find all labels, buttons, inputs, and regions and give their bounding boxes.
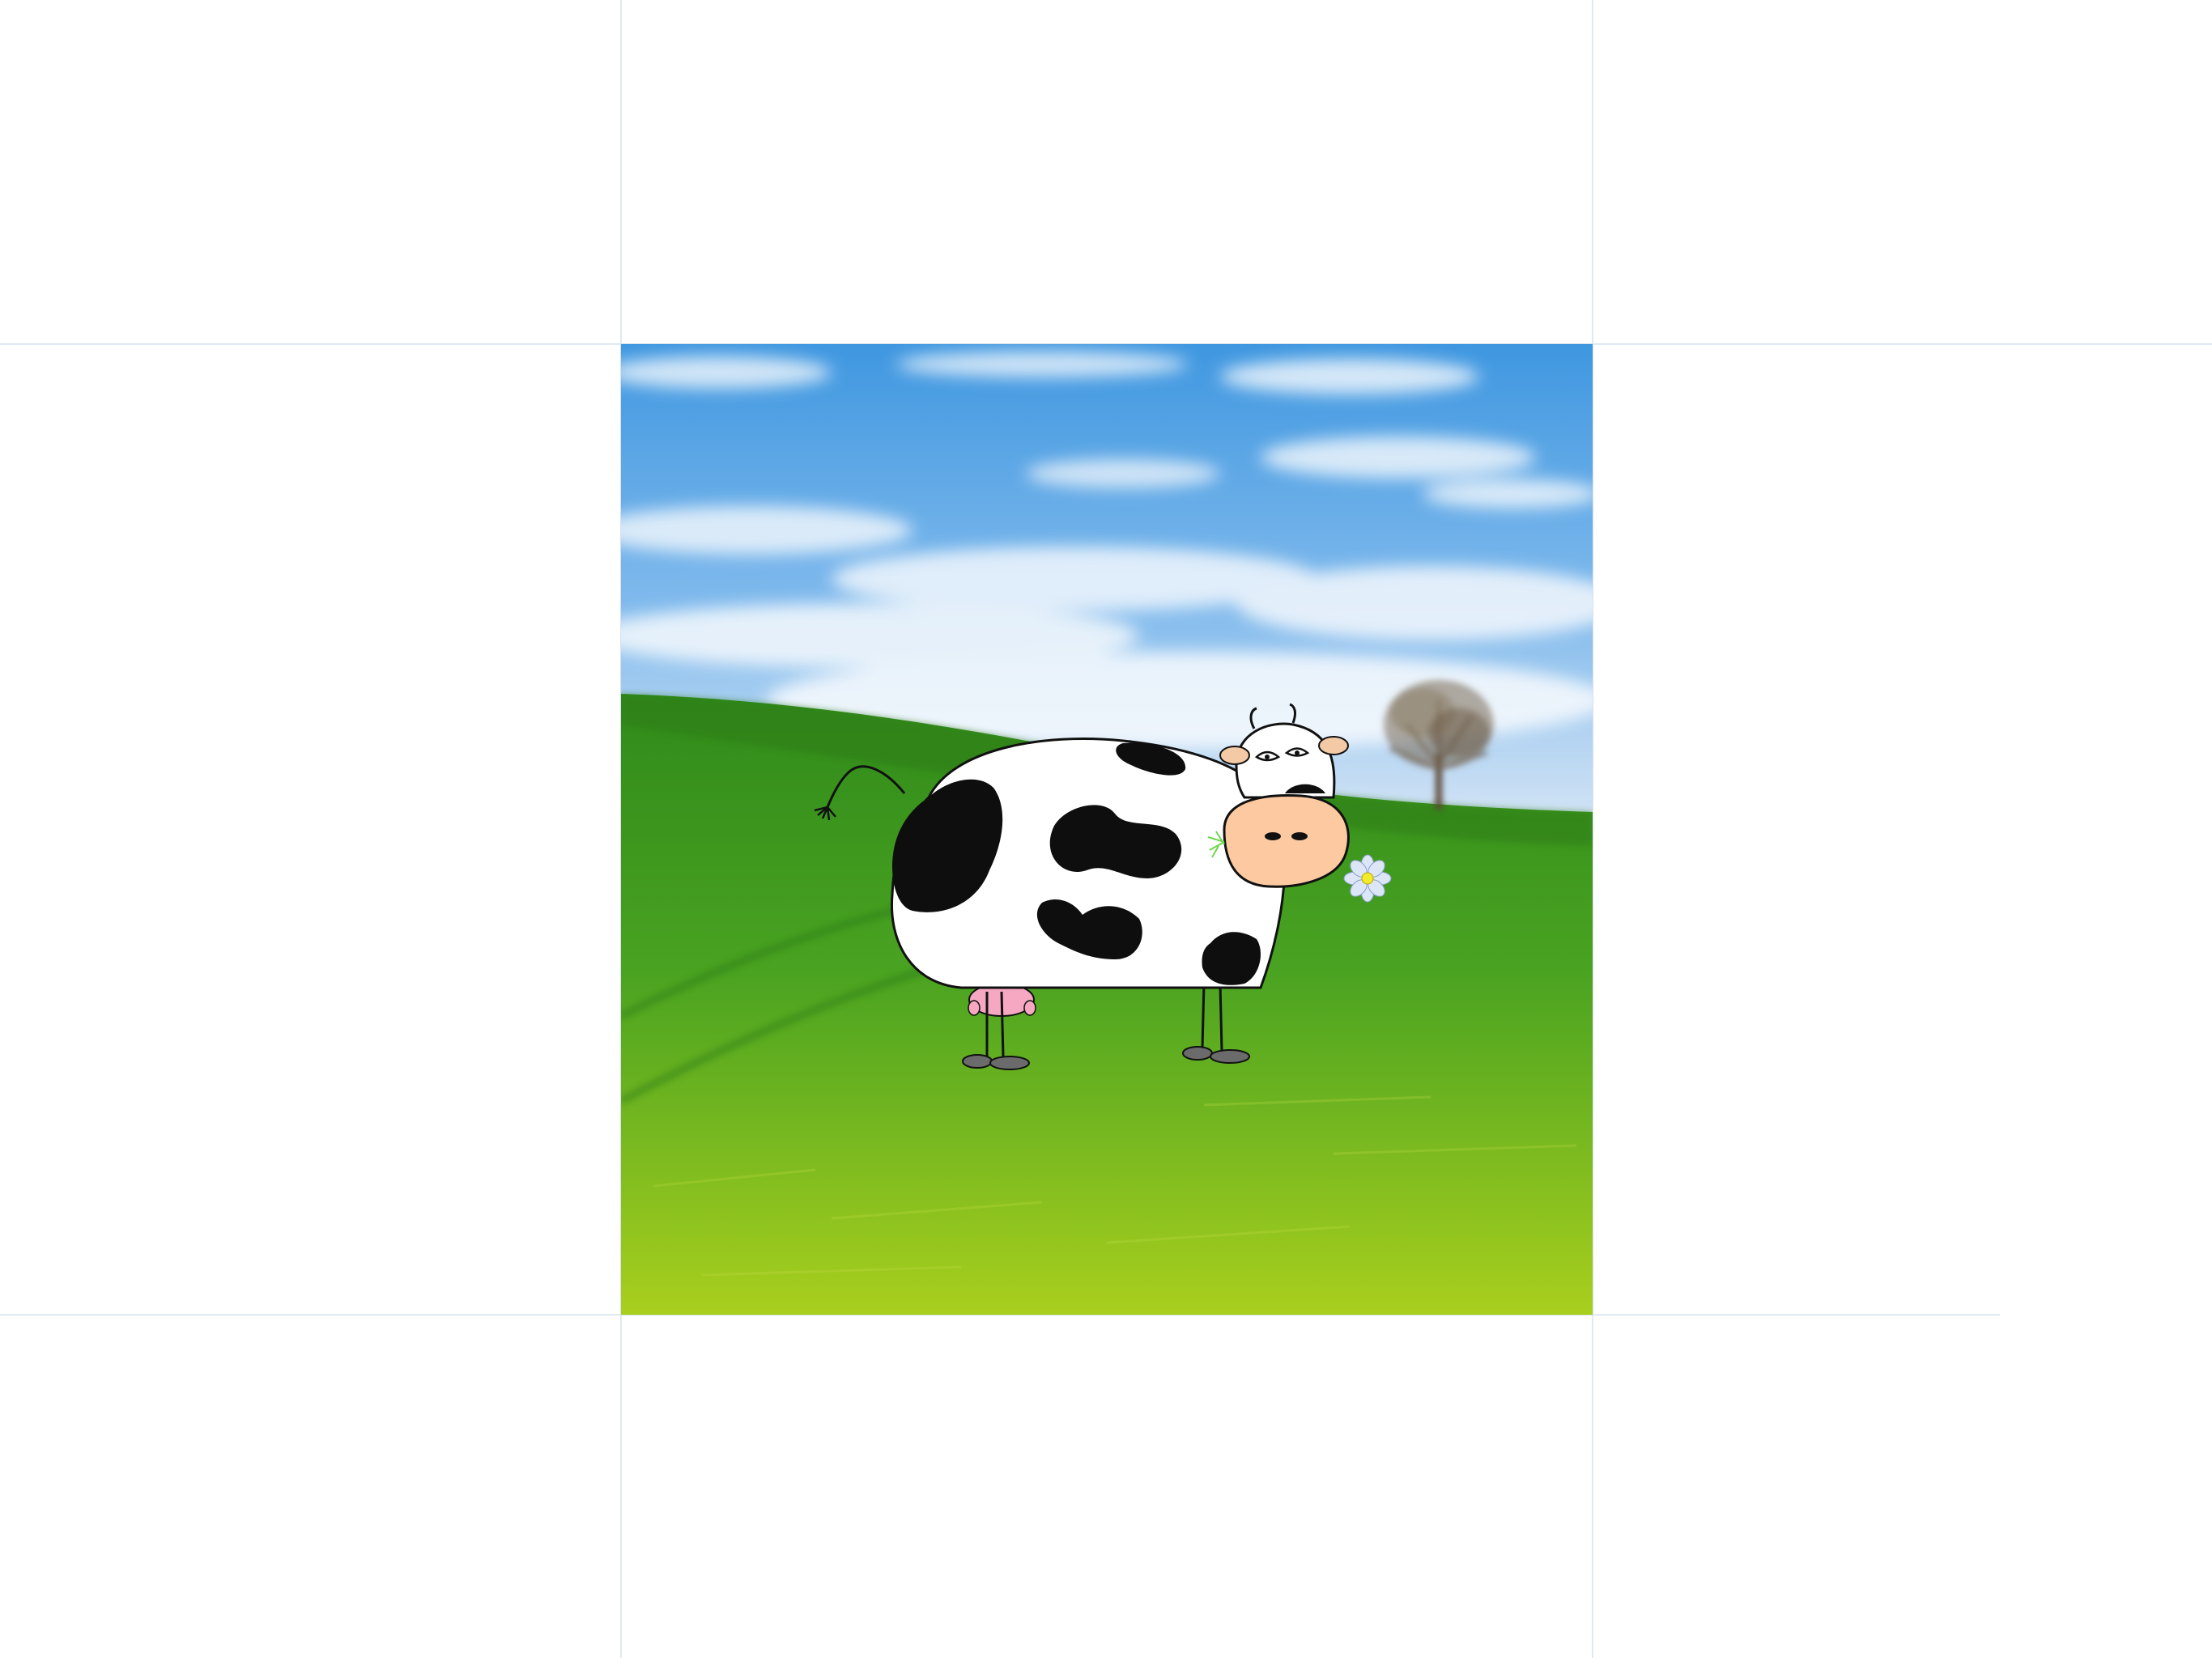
canvas-stage <box>0 0 2212 1658</box>
flower-icon <box>1343 854 1392 903</box>
scene-illustration <box>621 344 1593 1315</box>
artboard[interactable] <box>621 344 1593 1315</box>
